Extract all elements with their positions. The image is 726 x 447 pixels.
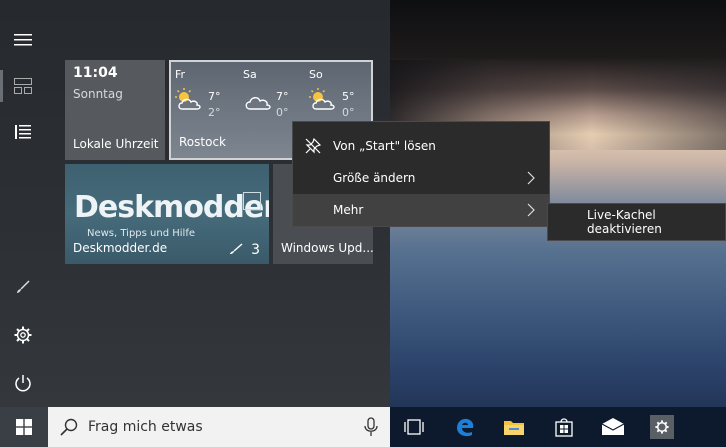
power-button[interactable] [0,361,46,405]
tile-label: Windows Upd... [281,241,373,255]
tile-label: Lokale Uhrzeit [73,137,159,151]
submenu-more: Live-Kachel deaktivieren [547,203,726,241]
notification-count-badge: 3 [251,242,260,258]
partly-cloudy-icon [175,88,201,110]
windows-logo-icon [16,419,32,435]
cloudy-icon [245,97,271,110]
weather-day-forecast: Fr 7° 2° [171,66,237,136]
tile-local-time[interactable]: 11:04 Sonntag Lokale Uhrzeit [65,60,165,160]
settings-app-tile [650,415,674,439]
clock-day: Sonntag [73,87,123,101]
start-menu-rail [0,0,46,407]
weather-day: So [309,68,323,81]
tile-context-menu: Von „Start" lösen Größe ändern Mehr [292,121,550,227]
weather-low: 0° [276,106,289,119]
weather-day: Sa [243,68,257,81]
menu-item-label: Von „Start" lösen [333,139,436,153]
all-apps-list-icon [15,125,31,139]
chevron-right-icon [527,203,535,217]
external-link-icon [243,192,261,210]
taskbar: Frag mich etwas [0,407,726,447]
clock-time: 11:04 [73,65,118,81]
menu-item-label: Mehr [333,203,364,217]
folder-icon [504,421,524,435]
file-explorer-button[interactable] [490,407,538,447]
weather-day: Fr [175,68,186,81]
weather-high: 7° [276,90,289,103]
search-placeholder: Frag mich etwas [88,419,203,435]
store-bag-icon [555,418,573,437]
all-apps-button[interactable] [0,110,46,154]
search-icon [60,418,78,436]
hamburger-menu-button[interactable] [0,18,46,62]
deskmodder-brand-text: Deskmodder.de [74,190,269,225]
mail-button[interactable] [589,407,637,447]
menu-item-unpin[interactable]: Von „Start" lösen [293,130,549,162]
settings-button[interactable] [0,313,46,357]
cortana-search-box[interactable]: Frag mich etwas [48,407,390,447]
mail-icon [601,418,625,435]
menu-item-resize[interactable]: Größe ändern [293,162,549,194]
tiles-view-button[interactable] [0,64,46,108]
menu-item-label: Größe ändern [333,171,416,185]
hamburger-icon [14,34,32,46]
edge-browser-button[interactable] [441,407,489,447]
tiles-view-icon [14,78,32,94]
menu-item-disable-live-tile[interactable]: Live-Kachel deaktivieren [587,208,725,236]
tile-deskmodder[interactable]: Deskmodder.de News, Tipps und Hilfe Desk… [65,164,269,264]
gear-icon [14,326,32,344]
edge-icon [457,418,474,437]
weather-high: 7° [208,90,221,103]
unpin-icon [305,138,321,154]
task-view-icon [404,419,424,435]
power-icon [15,375,31,392]
weather-low: 2° [208,106,221,119]
tile-label: Deskmodder.de [73,241,168,255]
tile-label: Rostock [179,135,226,149]
brush-icon [17,280,30,293]
task-view-button[interactable] [390,407,438,447]
microphone-icon[interactable] [364,417,378,437]
start-button[interactable] [0,407,48,447]
deskmodder-slogan: News, Tipps und Hilfe [87,228,195,239]
partly-cloudy-icon [309,88,335,110]
weather-high: 5° [342,90,355,103]
chevron-right-icon [527,171,535,185]
gear-icon [655,420,669,434]
menu-item-more[interactable]: Mehr [293,194,549,226]
store-button[interactable] [540,407,588,447]
weather-low: 0° [342,106,355,119]
personalize-button[interactable] [0,265,46,309]
brush-badge-icon [230,243,243,254]
settings-app-button[interactable] [638,407,686,447]
